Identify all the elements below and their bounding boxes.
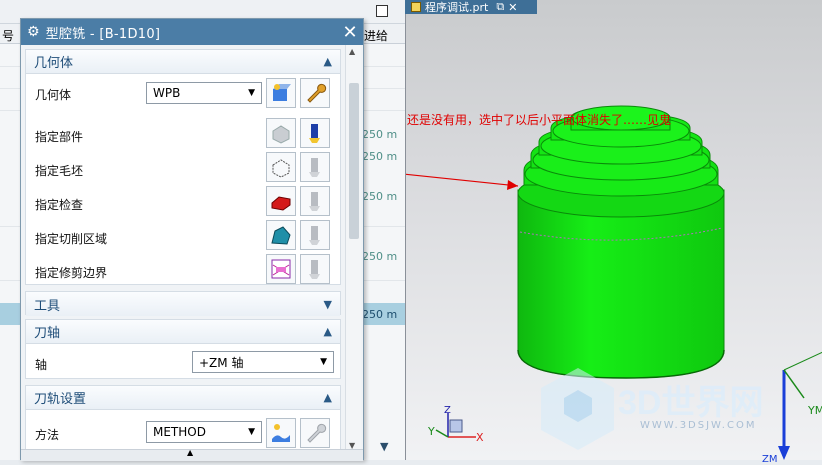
blank-wireframe-icon <box>272 159 290 178</box>
gear-icon: ⚙ <box>27 24 40 40</box>
specify-check-label: 指定检查 <box>35 198 84 212</box>
feed-value: 250 m <box>362 250 398 263</box>
chevron-up-icon[interactable]: ▲ <box>324 391 332 404</box>
feed-value: 250 m <box>362 190 398 203</box>
table-header-label: 号 <box>2 29 15 43</box>
geometry-label: 几何体 <box>35 88 72 102</box>
feed-value: 250 m <box>362 150 398 163</box>
part-cube-icon <box>272 125 290 144</box>
feed-value: 250 m <box>362 308 398 321</box>
specify-part-label: 指定部件 <box>35 130 84 144</box>
annotation-text: 还是没有用，选中了以后小平面体消失了……见鬼 <box>407 113 672 127</box>
axis-x-label: X <box>476 431 484 444</box>
expand-up-icon[interactable]: ▲ <box>187 448 193 457</box>
flashlight-icon <box>309 124 320 143</box>
geometry-select-value: WPB <box>153 86 181 100</box>
axis-label: 轴 <box>35 358 48 372</box>
display-trim-boundary-button[interactable] <box>300 254 330 284</box>
dialog-titlebar[interactable]: ⚙ 型腔铣 - [B-1D10] ✕ <box>21 19 363 45</box>
table-header-label: 进给 <box>364 29 389 43</box>
tool-axis-group-header[interactable]: 刀轴 ▲ <box>26 320 340 344</box>
chevron-down-icon[interactable]: ▼ <box>324 298 332 311</box>
window-restore-icon[interactable] <box>376 5 388 17</box>
select-cut-area-button[interactable] <box>266 220 296 250</box>
axis-z-label: Z <box>444 405 451 416</box>
select-trim-boundary-button[interactable] <box>266 254 296 284</box>
select-part-button[interactable] <box>266 118 296 148</box>
new-method-button[interactable] <box>266 418 296 448</box>
path-settings-group-header[interactable]: 刀轨设置 ▲ <box>26 386 340 410</box>
flashlight-disabled-icon <box>309 192 320 211</box>
select-blank-button[interactable] <box>266 152 296 182</box>
chevron-up-icon[interactable]: ▲ <box>324 325 332 338</box>
specify-trim-boundary-label: 指定修剪边界 <box>35 266 108 280</box>
chevron-down-icon: ▼ <box>248 88 255 98</box>
group-title: 几何体 <box>34 56 74 71</box>
chevron-down-icon: ▼ <box>248 427 255 437</box>
tool-axis-group: 刀轴 ▲ 轴 +ZM 轴 ▼ <box>25 319 341 379</box>
specify-blank-label: 指定毛坯 <box>35 164 84 178</box>
method-select[interactable]: METHOD ▼ <box>146 421 262 443</box>
file-tab[interactable]: 程序调试.prt ⧉ ✕ <box>405 0 537 14</box>
new-geometry-icon <box>273 84 291 101</box>
display-check-button[interactable] <box>300 186 330 216</box>
axis-select-value: +ZM 轴 <box>199 355 244 370</box>
axis-y-label: Y <box>428 425 435 438</box>
trim-boundary-icon <box>271 259 291 279</box>
group-title: 工具 <box>34 298 61 314</box>
path-settings-group: 刀轨设置 ▲ 方法 METHOD ▼ <box>25 385 341 455</box>
display-cut-area-button[interactable] <box>300 220 330 250</box>
edit-method-button[interactable] <box>300 418 330 448</box>
scroll-up-icon[interactable]: ▲ <box>349 47 355 56</box>
flashlight-disabled-icon <box>309 158 320 177</box>
watermark-url: WWW.3DSJW.COM <box>640 420 757 431</box>
feed-value: 250 m <box>362 128 398 141</box>
tools-group: 工具 ▼ <box>25 291 341 316</box>
axis-select[interactable]: +ZM 轴 ▼ <box>192 351 334 373</box>
chevron-up-icon[interactable]: ▲ <box>324 55 332 68</box>
new-geometry-button[interactable] <box>266 78 296 108</box>
geometry-select[interactable]: WPB ▼ <box>146 82 262 104</box>
check-geometry-icon <box>271 196 291 211</box>
edit-geometry-button[interactable] <box>300 78 330 108</box>
tab-pin-icon[interactable]: ⧉ <box>496 0 504 14</box>
table-header-cell: 进给 <box>362 24 405 44</box>
specify-cut-area-label: 指定切削区域 <box>35 232 108 246</box>
wrench-disabled-icon <box>307 423 327 443</box>
axis-ym-label: YM <box>808 404 822 417</box>
method-label: 方法 <box>35 428 60 442</box>
display-part-button[interactable] <box>300 118 330 148</box>
part-file-icon <box>411 2 421 12</box>
geometry-group-header[interactable]: 几何体 ▲ <box>26 50 340 74</box>
flashlight-disabled-icon <box>309 260 320 279</box>
dialog-scrollbar[interactable]: ▲ ▼ <box>345 45 361 455</box>
group-title: 刀轴 <box>34 326 61 341</box>
method-select-value: METHOD <box>153 425 206 439</box>
dialog-expand-bar[interactable]: ▲ <box>21 448 363 461</box>
file-tab-label: 程序调试.prt <box>425 1 489 14</box>
cavity-mill-dialog: ⚙ 型腔铣 - [B-1D10] ✕ 几何体 ▲ 几何体 WPB ▼ 指定部件 <box>20 18 364 461</box>
dialog-title: 型腔铣 - [B-1D10] <box>45 26 161 42</box>
select-check-button[interactable] <box>266 186 296 216</box>
wrench-icon <box>307 83 327 103</box>
scrollbar-thumb[interactable] <box>349 83 359 239</box>
display-blank-button[interactable] <box>300 152 330 182</box>
new-method-icon <box>272 424 290 442</box>
watermark-brand: 3D世界网 <box>618 384 764 422</box>
dialog-content: 几何体 ▲ 几何体 WPB ▼ 指定部件 指定毛坯 指定检查 指定切削区域 指定… <box>21 45 343 455</box>
tab-close-icon[interactable]: ✕ <box>508 1 517 14</box>
group-title: 刀轨设置 <box>34 392 87 407</box>
cut-area-icon <box>271 226 291 245</box>
chevron-down-icon: ▼ <box>320 357 327 367</box>
close-button[interactable]: ✕ <box>337 22 363 43</box>
flashlight-disabled-icon <box>309 226 320 245</box>
tools-group-header[interactable]: 工具 ▼ <box>26 292 340 316</box>
geometry-group: 几何体 ▲ 几何体 WPB ▼ 指定部件 指定毛坯 指定检查 指定切削区域 指定… <box>25 49 341 285</box>
scroll-down-icon[interactable]: ▼ <box>380 440 388 453</box>
